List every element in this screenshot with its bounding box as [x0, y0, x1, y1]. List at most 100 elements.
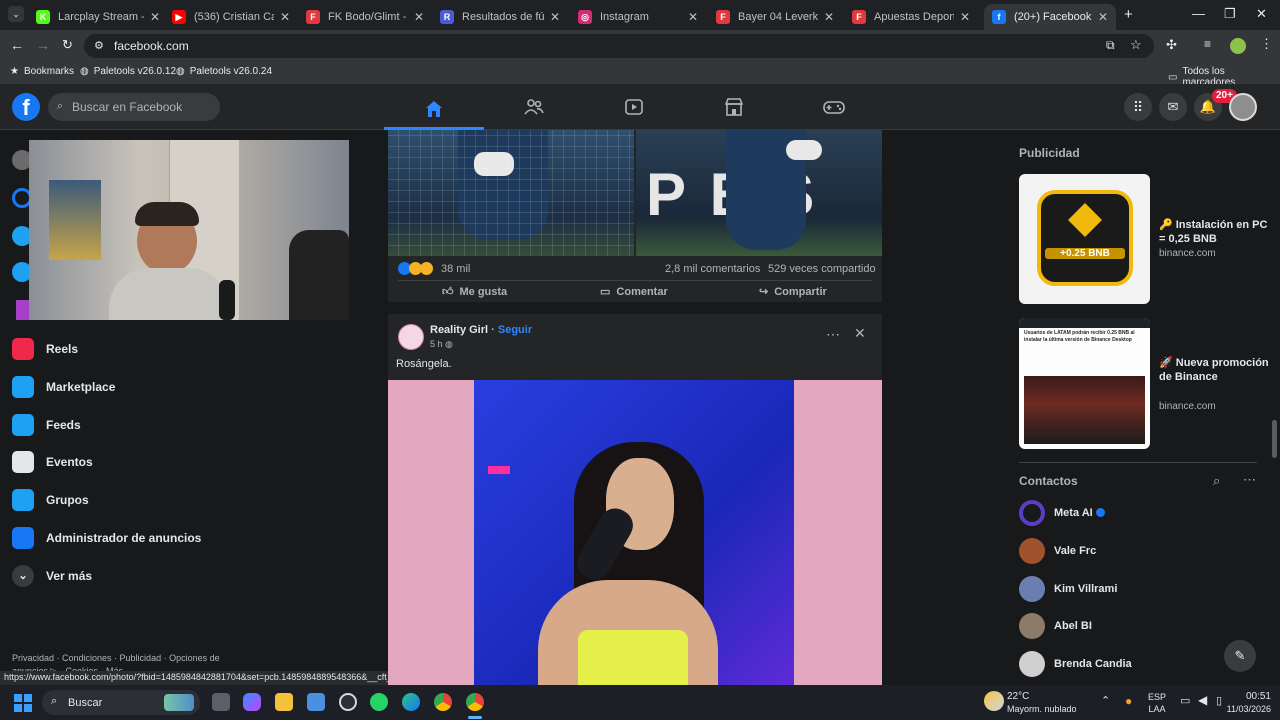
- extensions-icon[interactable]: ✣: [1166, 37, 1177, 53]
- messenger-button[interactable]: ✉: [1159, 93, 1187, 121]
- browser-tab[interactable]: F Apuestas Deportivas ✕: [844, 4, 978, 30]
- tab-close-icon[interactable]: ✕: [280, 10, 290, 24]
- tab-search-button[interactable]: ⌄: [8, 6, 24, 22]
- tab-close-icon[interactable]: ✕: [824, 10, 834, 24]
- tab-close-icon[interactable]: ✕: [1098, 10, 1108, 24]
- taskbar-search[interactable]: ⌕ Buscar: [42, 690, 200, 715]
- volume-icon[interactable]: ◀: [1198, 693, 1207, 707]
- sidebar-item[interactable]: Reels: [12, 333, 78, 365]
- post-photo[interactable]: [388, 380, 882, 685]
- shares-count[interactable]: 529 veces compartido: [768, 263, 876, 275]
- tab-close-icon[interactable]: ✕: [960, 10, 970, 24]
- browser-tab[interactable]: K Larcplay Stream - Wa ✕: [28, 4, 168, 30]
- edge-icon[interactable]: [402, 693, 420, 711]
- tab-close-icon[interactable]: ✕: [150, 10, 160, 24]
- clock-time[interactable]: 00:51: [1239, 691, 1271, 702]
- sidebar-item[interactable]: Eventos: [12, 446, 93, 478]
- back-icon[interactable]: ←: [10, 37, 24, 53]
- contacts-search-icon[interactable]: ⌕: [1213, 473, 1220, 489]
- browser-tab[interactable]: ▶ (536) Cristian Cast ✕: [164, 4, 298, 30]
- microphone-icon[interactable]: ●: [1125, 694, 1132, 708]
- bookmark-paletools-1[interactable]: ◍ Paletools v26.0.12: [80, 66, 176, 77]
- post-author-name[interactable]: Reality Girl: [430, 324, 488, 336]
- comment-button[interactable]: ▭ Comentar: [600, 285, 668, 299]
- store-icon[interactable]: [307, 693, 325, 711]
- post-image-left[interactable]: [388, 130, 634, 256]
- ad-title-2[interactable]: 🚀 Nueva promoción de Binance: [1159, 356, 1269, 384]
- browser-tab[interactable]: ◎ Instagram ✕: [570, 4, 706, 30]
- comments-count[interactable]: 2,8 mil comentarios: [665, 263, 760, 275]
- reaction-icons[interactable]: [398, 262, 433, 275]
- ad-image-1[interactable]: +0.25 BNB: [1019, 174, 1150, 304]
- tab-close-icon[interactable]: ✕: [414, 10, 424, 24]
- ad-image-2[interactable]: Usuarios de LATAM podrán recibir 0.25 BN…: [1019, 318, 1150, 449]
- nav-video[interactable]: [584, 90, 684, 124]
- bookmark-star-icon[interactable]: ☆: [1130, 37, 1142, 53]
- network-icon[interactable]: ▭: [1180, 694, 1190, 707]
- menu-button[interactable]: ⠿: [1124, 93, 1152, 121]
- nav-home[interactable]: [384, 90, 484, 130]
- post-time[interactable]: 5 h: [430, 339, 443, 349]
- reload-icon[interactable]: ↻: [62, 37, 73, 53]
- site-info-icon[interactable]: ⚙: [94, 39, 104, 52]
- minimize-button[interactable]: —: [1192, 6, 1205, 21]
- app-icon[interactable]: [339, 693, 357, 711]
- contact-item[interactable]: Meta AI: [1019, 498, 1093, 528]
- post-options-icon[interactable]: ⋯: [826, 326, 840, 343]
- tray-overflow-icon[interactable]: ⌃: [1101, 694, 1110, 707]
- whatsapp-icon[interactable]: [370, 693, 388, 711]
- contact-item[interactable]: Brenda Candia: [1019, 649, 1132, 679]
- contacts-options-icon[interactable]: ⋯: [1243, 472, 1256, 488]
- sidebar-item[interactable]: Marketplace: [12, 371, 115, 403]
- right-scrollbar[interactable]: [1272, 420, 1277, 458]
- task-view-icon[interactable]: [212, 693, 230, 711]
- hide-post-icon[interactable]: ✕: [854, 325, 866, 342]
- contact-item[interactable]: Vale Frc: [1019, 536, 1096, 566]
- maximize-button[interactable]: ❐: [1224, 6, 1236, 22]
- sidebar-item[interactable]: Feeds: [12, 409, 81, 441]
- new-tab-button[interactable]: +: [1124, 6, 1133, 23]
- ad-title-1[interactable]: 🔑 Instalación en PC = 0,25 BNB: [1159, 218, 1269, 246]
- sidebar-item[interactable]: Grupos: [12, 484, 89, 516]
- browser-tab[interactable]: f (20+) Facebook ✕: [984, 4, 1116, 30]
- tab-close-icon[interactable]: ✕: [550, 10, 560, 24]
- weather-icon[interactable]: [984, 691, 1004, 711]
- browser-tab[interactable]: F Bayer 04 Leverkusen ✕: [708, 4, 842, 30]
- windows-start-icon[interactable]: [14, 694, 32, 712]
- nav-gaming[interactable]: [784, 90, 884, 124]
- forward-icon[interactable]: →: [36, 37, 50, 53]
- sidebar-item[interactable]: ⌄ Ver más: [12, 560, 92, 592]
- chrome-icon[interactable]: [434, 693, 452, 711]
- contact-item[interactable]: Abel BI: [1019, 611, 1092, 641]
- sidebar-item[interactable]: Administrador de anuncios: [12, 522, 201, 554]
- close-window-button[interactable]: ✕: [1256, 6, 1267, 22]
- browser-tab[interactable]: F FK Bodo/Glimt - Spor ✕: [298, 4, 432, 30]
- copilot-icon[interactable]: [243, 693, 261, 711]
- bookmark-paletools-2[interactable]: ◍ Paletools v26.0.24: [176, 66, 272, 77]
- author-avatar[interactable]: [398, 324, 424, 350]
- browser-menu-icon[interactable]: ⋮: [1260, 36, 1273, 52]
- facebook-search-input[interactable]: ⌕ Buscar en Facebook: [48, 93, 220, 121]
- like-button[interactable]: 👍︎ Me gusta: [442, 285, 507, 299]
- new-message-button[interactable]: ✎: [1224, 640, 1256, 672]
- facebook-logo[interactable]: f: [12, 93, 40, 121]
- contact-item[interactable]: Kim Villrami: [1019, 574, 1117, 604]
- language-indicator[interactable]: ESP LAA: [1148, 691, 1166, 715]
- bookmarks-folder[interactable]: ★ Bookmarks: [10, 66, 74, 77]
- browser-tab[interactable]: R Resultados de fútbol ✕: [432, 4, 568, 30]
- follow-link[interactable]: Seguir: [498, 324, 532, 336]
- saved-shortcut-icon[interactable]: [16, 300, 30, 320]
- reactions-count[interactable]: 38 mil: [441, 263, 470, 275]
- nav-friends[interactable]: [484, 90, 584, 124]
- chrome-active-icon[interactable]: [466, 693, 484, 711]
- share-button[interactable]: ↪ Compartir: [759, 285, 827, 299]
- install-app-icon[interactable]: ⧉: [1106, 38, 1115, 53]
- post-image-right[interactable]: P E S: [636, 130, 882, 256]
- media-icon[interactable]: ≡: [1204, 37, 1211, 51]
- profile-avatar[interactable]: [1230, 38, 1246, 54]
- tab-close-icon[interactable]: ✕: [688, 10, 698, 24]
- nav-marketplace[interactable]: [684, 90, 784, 124]
- account-avatar[interactable]: [1229, 93, 1257, 121]
- address-bar[interactable]: ⚙ facebook.com: [84, 34, 1154, 58]
- clock-date[interactable]: 11/03/2026: [1214, 704, 1271, 714]
